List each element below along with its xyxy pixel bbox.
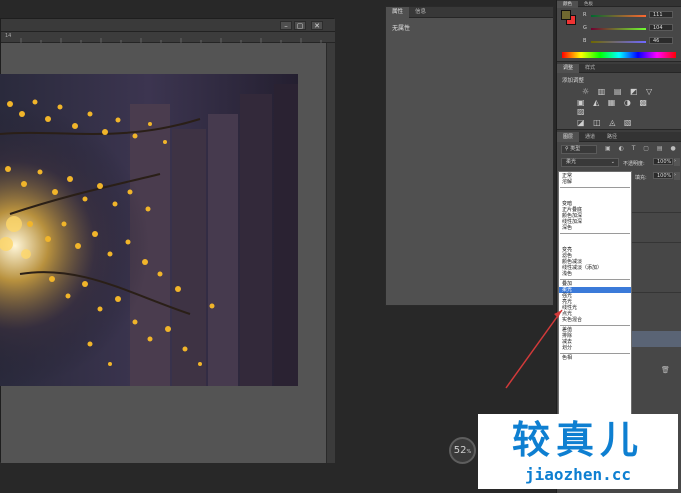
restore-button[interactable]: ▢	[294, 21, 306, 30]
layer-filter-select[interactable]: ⚲ 类型	[561, 145, 597, 154]
opacity-label: 不透明度:	[623, 161, 645, 167]
tab-adjustments[interactable]: 调整	[557, 64, 580, 73]
fill-arrow[interactable]: ›	[674, 172, 680, 180]
opacity-arrow[interactable]: ›	[674, 158, 680, 166]
layers-tabbar: 图层 通道 路径	[557, 132, 681, 142]
fill-value[interactable]: 100%	[653, 172, 673, 179]
zoom-indicator[interactable]: 52%	[449, 437, 476, 464]
color-sliders: R 111 G 104 B 46	[583, 10, 678, 50]
tab-swatches[interactable]: 色板	[578, 1, 599, 8]
blend-mode-select[interactable]: 柔光 ⌄	[561, 158, 619, 167]
opacity-value[interactable]: 100%	[653, 158, 673, 165]
menu-separator	[559, 231, 631, 235]
minimize-button[interactable]: –	[280, 21, 292, 30]
trash-icon[interactable]: 🗑	[661, 366, 670, 374]
menu-separator	[559, 277, 631, 281]
channel-g[interactable]: G 104	[583, 23, 678, 36]
r-value[interactable]: 111	[649, 11, 673, 18]
adjustments-title: 添加调整	[562, 78, 585, 84]
adjustments-tabbar: 调整 样式	[557, 64, 681, 73]
document-titlebar: – ▢ ✕	[1, 19, 335, 32]
ruler-ticks	[20, 38, 322, 43]
g-value[interactable]: 104	[649, 24, 673, 31]
adjustments-panel: 调整 样式 添加调整 ☼ ▥ ▤ ◩ ▽ ▣ ◭ ▦ ◑ ▩ ▨ ◪ ◫ ◬ ▧	[557, 64, 681, 130]
color-spectrum-bar[interactable]	[562, 52, 676, 58]
watermark-url: jiaozhen.cc	[525, 465, 631, 484]
fill-label: 填充:	[635, 175, 647, 181]
tab-paths[interactable]: 路径	[601, 132, 623, 142]
properties-panel: 属性 信息 无属性	[385, 6, 554, 306]
watermark: 较真儿 jiaozhen.cc	[478, 414, 678, 489]
menu-gap	[559, 189, 631, 201]
tab-channels[interactable]: 通道	[579, 132, 601, 142]
tab-color[interactable]: 颜色	[557, 1, 578, 8]
g-slider[interactable]	[591, 28, 646, 30]
color-tabbar: 颜色 色板	[557, 0, 681, 8]
horizontal-ruler: 14	[1, 32, 335, 43]
r-slider[interactable]	[591, 15, 646, 17]
adjustment-icons-row-3[interactable]: ◪ ◫ ◬ ▧	[557, 118, 681, 127]
layer-row-selected[interactable]	[627, 331, 681, 347]
properties-tabbar: 属性 信息	[386, 7, 553, 18]
tab-info[interactable]: 信息	[409, 7, 432, 18]
channel-b[interactable]: B 46	[583, 36, 678, 49]
watermark-title: 较真儿	[511, 418, 644, 462]
layer-filter-icons[interactable]: ▣ ◐ T ▢ ▤ ●	[605, 145, 679, 152]
flower-branch-image	[0, 74, 298, 386]
b-slider[interactable]	[591, 41, 646, 43]
b-value[interactable]: 46	[649, 37, 673, 44]
menu-separator	[559, 185, 631, 189]
adjustment-icons-row-1[interactable]: ☼ ▥ ▤ ◩ ▽	[557, 87, 681, 96]
close-button[interactable]: ✕	[311, 21, 323, 30]
chevron-down-icon: ⌄	[610, 159, 615, 165]
canvas-photo[interactable]	[0, 74, 298, 386]
tab-styles[interactable]: 样式	[579, 64, 601, 73]
annotation-arrow	[505, 309, 563, 389]
color-panel: 颜色 色板 R 111 G 104 B 46	[557, 0, 681, 62]
properties-empty-label: 无属性	[392, 25, 411, 32]
foreground-swatch-top	[561, 10, 571, 20]
menu-gap	[559, 235, 631, 247]
channel-r[interactable]: R 111	[583, 10, 678, 23]
tab-properties[interactable]: 属性	[386, 7, 410, 18]
adjustment-icons-row-2[interactable]: ▣ ◭ ▦ ◑ ▩ ▨	[557, 96, 681, 118]
tab-layers[interactable]: 图层	[557, 132, 580, 142]
vertical-scrollbar[interactable]	[326, 43, 335, 463]
